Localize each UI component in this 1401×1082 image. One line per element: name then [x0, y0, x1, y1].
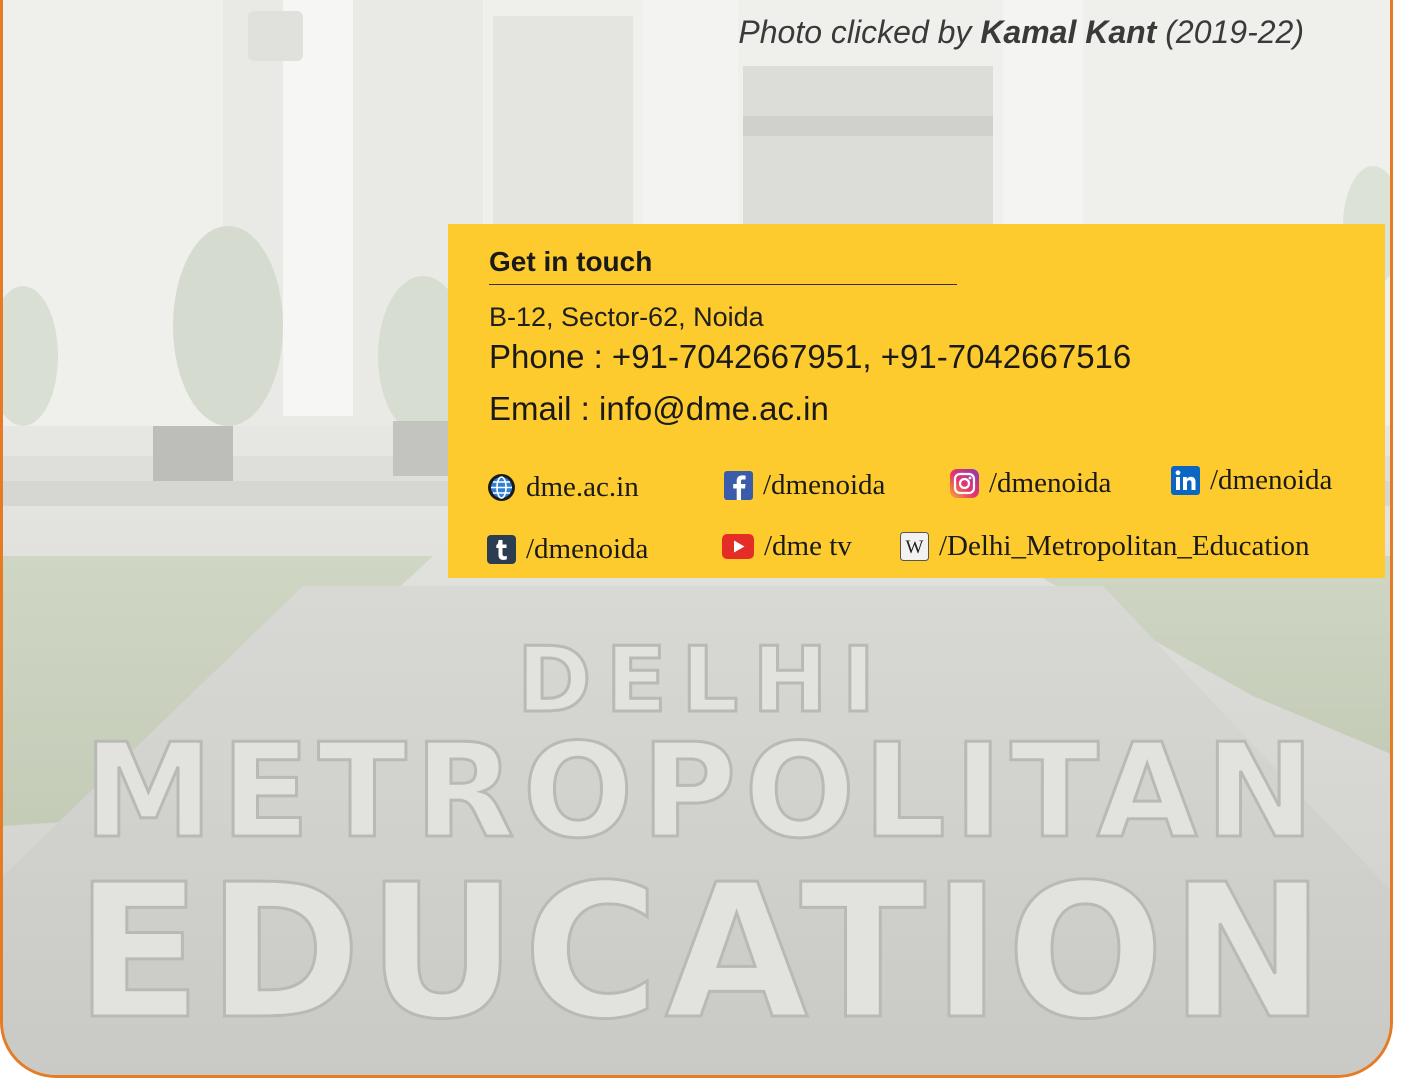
contact-panel: Get in touch B-12, Sector-62, Noida Phon…: [448, 224, 1385, 578]
social-youtube-label: /dme tv: [764, 530, 852, 562]
engraved-line-3: EDUCATION: [75, 844, 1331, 1060]
page-frame: DELHI METROPOLITAN EDUCATION Photo click…: [0, 0, 1393, 1078]
contact-address: B-12, Sector-62, Noida: [489, 302, 764, 332]
social-tumblr-label: /dmenoida: [526, 533, 649, 565]
contact-heading: Get in touch: [489, 246, 957, 285]
social-facebook-link[interactable]: /dmenoida: [724, 469, 885, 502]
social-instagram-label: /dmenoida: [989, 467, 1112, 499]
social-youtube-link[interactable]: /dme tv: [722, 530, 852, 563]
wikipedia-icon: W: [900, 532, 929, 561]
social-wikipedia-label: /Delhi_Metropolitan_Education: [939, 530, 1310, 562]
social-linkedin-label: /dmenoida: [1210, 464, 1333, 496]
social-website-link[interactable]: dme.ac.in: [487, 471, 639, 504]
social-wikipedia-link[interactable]: W /Delhi_Metropolitan_Education: [900, 530, 1309, 563]
facebook-icon: [724, 471, 753, 500]
tumblr-icon: [487, 535, 516, 564]
social-linkedin-link[interactable]: /dmenoida: [1171, 464, 1332, 497]
social-instagram-link[interactable]: /dmenoida: [950, 467, 1111, 500]
linkedin-icon: [1171, 466, 1200, 495]
svg-text:W: W: [906, 537, 924, 558]
photo-credit: Photo clicked by Kamal Kant (2019-22): [738, 14, 1304, 51]
contact-phone: Phone : +91-7042667951, +91-7042667516: [489, 338, 1132, 375]
instagram-icon: [950, 469, 979, 498]
photo-credit-prefix: Photo clicked by: [738, 14, 981, 50]
photo-credit-name: Kamal Kant: [980, 14, 1157, 50]
globe-icon: [487, 473, 516, 502]
social-tumblr-link[interactable]: /dmenoida: [487, 533, 648, 566]
contact-email: Email : info@dme.ac.in: [489, 390, 829, 427]
youtube-icon: [722, 532, 754, 561]
social-website-label: dme.ac.in: [526, 471, 639, 503]
social-facebook-label: /dmenoida: [763, 469, 886, 501]
photo-credit-suffix: (2019-22): [1156, 14, 1304, 50]
